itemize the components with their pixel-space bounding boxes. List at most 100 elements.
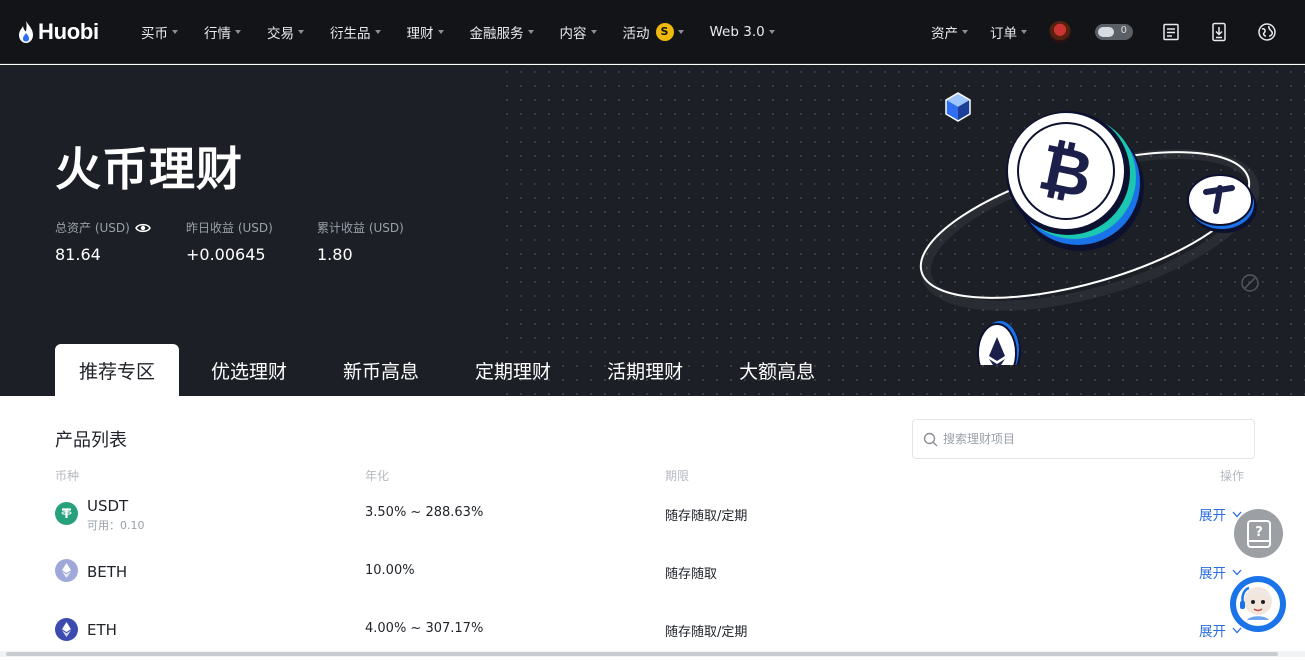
caret-down-icon <box>677 29 684 34</box>
column-header-action: 操作 <box>1220 469 1245 483</box>
caret-down-icon <box>590 29 597 34</box>
menu-assets[interactable]: 资产 <box>931 22 968 42</box>
eth-coin-icon <box>55 618 78 641</box>
menu-label: 资产 <box>931 26 958 42</box>
tab-large-amount[interactable]: 大额高息 <box>715 344 839 396</box>
usdt-coin-icon <box>55 502 78 525</box>
menu-label: 理财 <box>406 25 434 42</box>
menu-content[interactable]: 内容 <box>560 22 597 42</box>
stat-value: 1.80 <box>317 245 353 264</box>
hero-banner: 火币理财 总资产 (USD) 81.64 昨日收益 (USD) +0.00645… <box>0 65 1305 396</box>
menu-label: 内容 <box>559 25 587 42</box>
caret-down-icon <box>298 29 304 34</box>
cube-icon <box>945 92 971 122</box>
caret-down-icon <box>527 29 534 34</box>
flame-logo-icon <box>19 20 33 43</box>
menu-orders[interactable]: 订单 <box>990 22 1027 42</box>
main-menu: 买币 行情 交易 衍生品 理财 金融服务 内容 活动 S Web 3.0 <box>141 22 801 42</box>
column-header-apy: 年化 <box>365 469 390 483</box>
stat-value: 81.64 <box>55 245 101 264</box>
menu-label: 订单 <box>990 26 1017 42</box>
faint-coin-icon <box>1241 274 1259 292</box>
stat-value: +0.00645 <box>186 245 266 264</box>
svg-text:?: ? <box>1255 525 1263 540</box>
tab-new-coin-high-yield[interactable]: 新币高息 <box>319 344 443 396</box>
chevron-down-icon <box>1232 569 1242 575</box>
product-list-title: 产品列表 <box>55 430 127 451</box>
tab-flexible[interactable]: 活期理财 <box>583 344 707 396</box>
caret-down-icon <box>172 29 178 34</box>
apy-value: 4.00% ~ 307.17% <box>365 621 484 636</box>
huobi-logo[interactable]: Huobi <box>17 19 127 45</box>
caret-down-icon <box>1021 30 1027 34</box>
apy-value: 10.00% <box>365 563 415 578</box>
stat-label-text: 总资产 (USD) <box>55 221 130 235</box>
menu-label: 交易 <box>267 25 294 42</box>
beth-coin-icon <box>55 559 78 582</box>
search-input[interactable] <box>943 432 1233 446</box>
tab-fixed-term[interactable]: 定期理财 <box>451 344 575 396</box>
help-book-icon: ? <box>1246 519 1271 548</box>
support-agent-avatar-icon <box>1236 582 1280 626</box>
caret-down-icon <box>235 29 241 34</box>
menu-label: 活动 <box>622 25 650 42</box>
stat-label: 累计收益 (USD) <box>317 221 404 235</box>
toggle-count: 0 <box>1120 25 1127 36</box>
apy-value: 3.50% ~ 288.63% <box>365 505 484 520</box>
expand-label: 展开 <box>1199 566 1226 582</box>
language-globe-icon[interactable] <box>1257 22 1277 42</box>
menu-activities[interactable]: 活动 S <box>623 22 684 42</box>
scrollbar-thumb[interactable] <box>6 652 1278 656</box>
caret-down-icon <box>374 29 381 34</box>
expand-label: 展开 <box>1199 508 1226 524</box>
menu-buy-crypto[interactable]: 买币 <box>141 22 178 42</box>
crypto-coins-illustration: ₿ <box>919 92 1260 365</box>
horizontal-scrollbar[interactable] <box>0 651 1305 657</box>
product-tabs: 推荐专区 优选理财 新币高息 定期理财 活期理财 大额高息 <box>55 344 847 396</box>
user-avatar[interactable] <box>1049 21 1071 43</box>
nav-right: 资产 订单 0 <box>931 0 1277 64</box>
term-value: 随存随取 <box>665 567 718 582</box>
document-icon[interactable] <box>1161 22 1181 42</box>
menu-earn[interactable]: 理财 <box>407 22 444 42</box>
coin-name: BETH <box>87 563 128 581</box>
expand-label: 展开 <box>1199 624 1226 640</box>
help-center-button[interactable]: ? <box>1234 509 1283 558</box>
tether-coin-icon <box>1187 174 1257 233</box>
search-icon <box>923 432 938 446</box>
menu-finance-services[interactable]: 金融服务 <box>470 22 534 42</box>
menu-label: 行情 <box>204 25 231 42</box>
menu-markets[interactable]: 行情 <box>204 22 241 42</box>
term-value: 随存随取/定期 <box>665 509 748 524</box>
eye-icon[interactable] <box>134 222 151 234</box>
table-row[interactable]: BETH 10.00% 随存随取 展开 <box>0 544 1305 602</box>
logo-text: Huobi <box>38 18 99 44</box>
menu-label: 买币 <box>141 25 168 42</box>
customer-service-button[interactable] <box>1230 576 1286 632</box>
menu-derivatives[interactable]: 衍生品 <box>330 22 381 42</box>
menu-label: 金融服务 <box>469 25 524 42</box>
search-box[interactable] <box>912 419 1255 459</box>
caret-down-icon <box>768 29 775 34</box>
column-header-term: 期限 <box>665 469 690 483</box>
table-row[interactable]: USDT 可用：0.10 3.50% ~ 288.63% 随存随取/定期 展开 <box>0 486 1305 544</box>
menu-trade[interactable]: 交易 <box>267 22 304 42</box>
stat-label: 昨日收益 (USD) <box>186 221 273 235</box>
notification-toggle[interactable]: 0 <box>1095 24 1133 40</box>
caret-down-icon <box>962 30 968 34</box>
download-icon[interactable] <box>1209 22 1229 42</box>
caret-down-icon <box>437 29 444 34</box>
tab-recommended[interactable]: 推荐专区 <box>55 344 180 396</box>
stat-total-assets: 总资产 (USD) 81.64 <box>55 219 186 264</box>
column-header-coin: 币种 <box>55 469 80 483</box>
coin-name: ETH <box>87 621 117 639</box>
expand-button[interactable]: 展开 <box>1199 504 1242 524</box>
menu-label: 衍生品 <box>330 25 371 42</box>
stat-cumulative-earnings: 累计收益 (USD) 1.80 <box>317 219 448 264</box>
tab-selected-earn[interactable]: 优选理财 <box>187 344 311 396</box>
coin-available: 可用：0.10 <box>87 519 145 532</box>
menu-web3[interactable]: Web 3.0 <box>710 24 775 40</box>
menu-label: Web 3.0 <box>709 23 765 40</box>
bitcoin-coin-icon: ₿ <box>1006 111 1144 251</box>
earnings-stats: 总资产 (USD) 81.64 昨日收益 (USD) +0.00645 累计收益… <box>55 219 448 264</box>
